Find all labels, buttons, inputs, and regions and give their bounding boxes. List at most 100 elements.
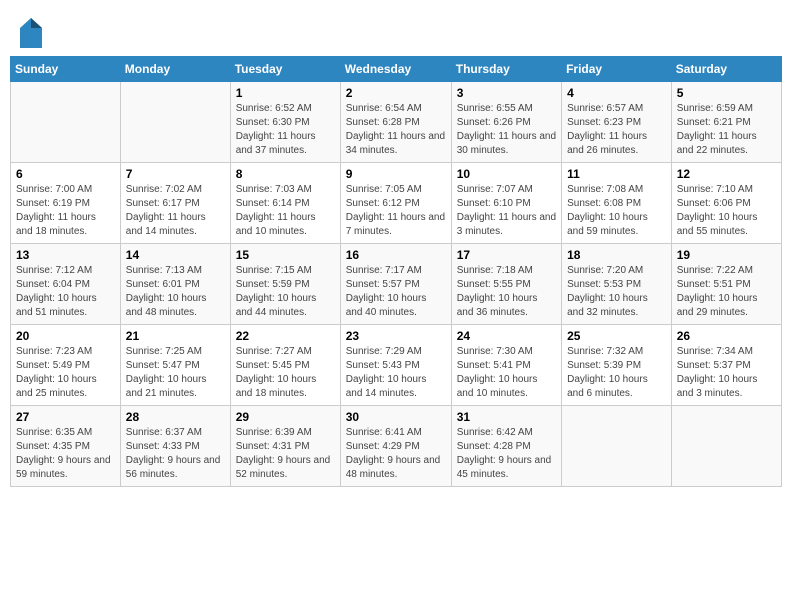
day-number: 8 [236,167,335,181]
day-info: Sunrise: 6:42 AMSunset: 4:28 PMDaylight:… [457,427,552,480]
calendar-cell: 2 Sunrise: 6:54 AMSunset: 6:28 PMDayligh… [340,82,451,163]
day-number: 9 [346,167,446,181]
day-info: Sunrise: 6:54 AMSunset: 6:28 PMDaylight:… [346,103,445,156]
day-info: Sunrise: 7:07 AMSunset: 6:10 PMDaylight:… [457,184,556,237]
calendar-cell [11,82,121,163]
day-number: 13 [16,248,115,262]
day-number: 6 [16,167,115,181]
day-info: Sunrise: 6:37 AMSunset: 4:33 PMDaylight:… [126,427,221,480]
calendar-cell: 29 Sunrise: 6:39 AMSunset: 4:31 PMDaylig… [230,406,340,487]
day-info: Sunrise: 7:08 AMSunset: 6:08 PMDaylight:… [567,184,648,237]
day-number: 3 [457,86,556,100]
weekday-header-thursday: Thursday [451,57,561,82]
day-info: Sunrise: 6:55 AMSunset: 6:26 PMDaylight:… [457,103,556,156]
day-number: 20 [16,329,115,343]
day-info: Sunrise: 7:12 AMSunset: 6:04 PMDaylight:… [16,265,97,318]
day-number: 17 [457,248,556,262]
calendar-cell [671,406,781,487]
day-info: Sunrise: 7:17 AMSunset: 5:57 PMDaylight:… [346,265,427,318]
day-number: 15 [236,248,335,262]
day-number: 29 [236,410,335,424]
day-info: Sunrise: 7:15 AMSunset: 5:59 PMDaylight:… [236,265,317,318]
calendar-cell: 4 Sunrise: 6:57 AMSunset: 6:23 PMDayligh… [562,82,672,163]
calendar-cell: 20 Sunrise: 7:23 AMSunset: 5:49 PMDaylig… [11,325,121,406]
day-number: 16 [346,248,446,262]
calendar-cell: 31 Sunrise: 6:42 AMSunset: 4:28 PMDaylig… [451,406,561,487]
calendar-cell: 6 Sunrise: 7:00 AMSunset: 6:19 PMDayligh… [11,163,121,244]
day-info: Sunrise: 7:10 AMSunset: 6:06 PMDaylight:… [677,184,758,237]
calendar-cell: 17 Sunrise: 7:18 AMSunset: 5:55 PMDaylig… [451,244,561,325]
day-number: 5 [677,86,776,100]
calendar-cell: 12 Sunrise: 7:10 AMSunset: 6:06 PMDaylig… [671,163,781,244]
day-number: 18 [567,248,666,262]
calendar-cell: 1 Sunrise: 6:52 AMSunset: 6:30 PMDayligh… [230,82,340,163]
calendar-cell: 21 Sunrise: 7:25 AMSunset: 5:47 PMDaylig… [120,325,230,406]
day-info: Sunrise: 6:41 AMSunset: 4:29 PMDaylight:… [346,427,441,480]
day-info: Sunrise: 7:00 AMSunset: 6:19 PMDaylight:… [16,184,96,237]
day-info: Sunrise: 7:27 AMSunset: 5:45 PMDaylight:… [236,346,317,399]
day-number: 24 [457,329,556,343]
day-info: Sunrise: 7:02 AMSunset: 6:17 PMDaylight:… [126,184,206,237]
calendar-cell: 7 Sunrise: 7:02 AMSunset: 6:17 PMDayligh… [120,163,230,244]
day-number: 26 [677,329,776,343]
day-info: Sunrise: 7:05 AMSunset: 6:12 PMDaylight:… [346,184,445,237]
day-number: 2 [346,86,446,100]
calendar-table: SundayMondayTuesdayWednesdayThursdayFrid… [10,56,782,487]
day-number: 25 [567,329,666,343]
day-info: Sunrise: 7:25 AMSunset: 5:47 PMDaylight:… [126,346,207,399]
weekday-header-wednesday: Wednesday [340,57,451,82]
day-info: Sunrise: 7:18 AMSunset: 5:55 PMDaylight:… [457,265,538,318]
calendar-cell: 11 Sunrise: 7:08 AMSunset: 6:08 PMDaylig… [562,163,672,244]
day-number: 31 [457,410,556,424]
day-info: Sunrise: 7:23 AMSunset: 5:49 PMDaylight:… [16,346,97,399]
weekday-header-tuesday: Tuesday [230,57,340,82]
day-number: 27 [16,410,115,424]
weekday-header-saturday: Saturday [671,57,781,82]
calendar-cell: 26 Sunrise: 7:34 AMSunset: 5:37 PMDaylig… [671,325,781,406]
day-info: Sunrise: 7:32 AMSunset: 5:39 PMDaylight:… [567,346,648,399]
calendar-cell: 23 Sunrise: 7:29 AMSunset: 5:43 PMDaylig… [340,325,451,406]
day-info: Sunrise: 7:22 AMSunset: 5:51 PMDaylight:… [677,265,758,318]
day-info: Sunrise: 7:20 AMSunset: 5:53 PMDaylight:… [567,265,648,318]
day-number: 7 [126,167,225,181]
calendar-cell: 19 Sunrise: 7:22 AMSunset: 5:51 PMDaylig… [671,244,781,325]
day-info: Sunrise: 6:52 AMSunset: 6:30 PMDaylight:… [236,103,316,156]
calendar-cell: 8 Sunrise: 7:03 AMSunset: 6:14 PMDayligh… [230,163,340,244]
day-number: 12 [677,167,776,181]
weekday-header-monday: Monday [120,57,230,82]
calendar-cell: 25 Sunrise: 7:32 AMSunset: 5:39 PMDaylig… [562,325,672,406]
day-number: 10 [457,167,556,181]
calendar-cell [120,82,230,163]
calendar-cell: 18 Sunrise: 7:20 AMSunset: 5:53 PMDaylig… [562,244,672,325]
calendar-cell: 15 Sunrise: 7:15 AMSunset: 5:59 PMDaylig… [230,244,340,325]
day-info: Sunrise: 6:59 AMSunset: 6:21 PMDaylight:… [677,103,757,156]
day-number: 11 [567,167,666,181]
calendar-cell: 14 Sunrise: 7:13 AMSunset: 6:01 PMDaylig… [120,244,230,325]
calendar-cell: 30 Sunrise: 6:41 AMSunset: 4:29 PMDaylig… [340,406,451,487]
calendar-cell [562,406,672,487]
calendar-cell: 10 Sunrise: 7:07 AMSunset: 6:10 PMDaylig… [451,163,561,244]
calendar-cell: 24 Sunrise: 7:30 AMSunset: 5:41 PMDaylig… [451,325,561,406]
day-info: Sunrise: 7:30 AMSunset: 5:41 PMDaylight:… [457,346,538,399]
day-info: Sunrise: 6:39 AMSunset: 4:31 PMDaylight:… [236,427,331,480]
header [10,10,782,50]
day-info: Sunrise: 7:13 AMSunset: 6:01 PMDaylight:… [126,265,207,318]
weekday-header-friday: Friday [562,57,672,82]
calendar-cell: 28 Sunrise: 6:37 AMSunset: 4:33 PMDaylig… [120,406,230,487]
day-info: Sunrise: 7:03 AMSunset: 6:14 PMDaylight:… [236,184,316,237]
calendar-cell: 3 Sunrise: 6:55 AMSunset: 6:26 PMDayligh… [451,82,561,163]
calendar-cell: 27 Sunrise: 6:35 AMSunset: 4:35 PMDaylig… [11,406,121,487]
calendar-cell: 16 Sunrise: 7:17 AMSunset: 5:57 PMDaylig… [340,244,451,325]
weekday-header-sunday: Sunday [11,57,121,82]
day-info: Sunrise: 6:57 AMSunset: 6:23 PMDaylight:… [567,103,647,156]
calendar-cell: 9 Sunrise: 7:05 AMSunset: 6:12 PMDayligh… [340,163,451,244]
day-number: 23 [346,329,446,343]
day-number: 22 [236,329,335,343]
day-number: 21 [126,329,225,343]
day-number: 19 [677,248,776,262]
logo-icon [20,18,40,46]
day-info: Sunrise: 7:34 AMSunset: 5:37 PMDaylight:… [677,346,758,399]
logo [20,18,44,46]
day-number: 28 [126,410,225,424]
day-number: 4 [567,86,666,100]
